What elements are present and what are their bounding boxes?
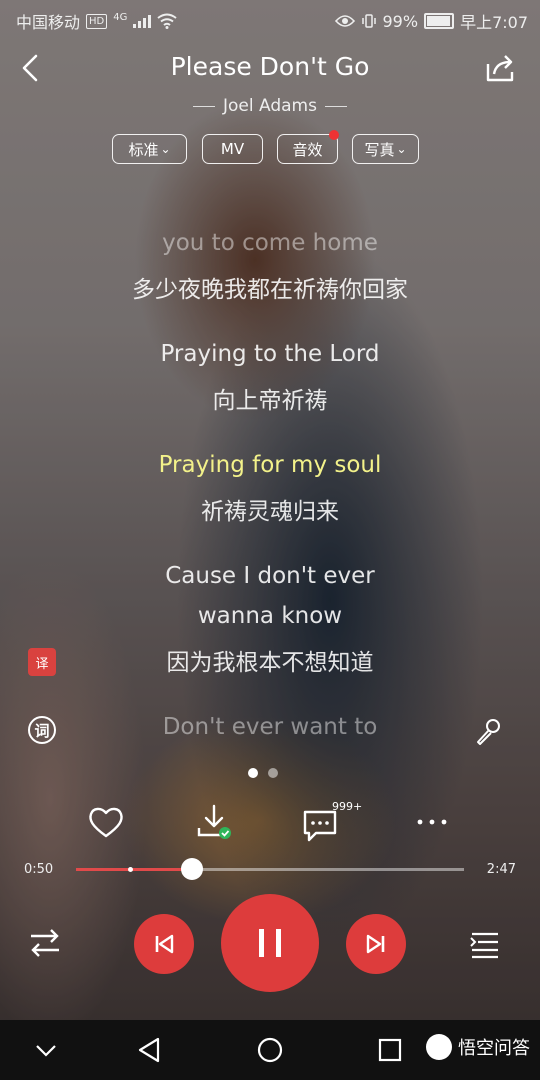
watermark-text: 悟空问答: [458, 1038, 530, 1059]
network-label: 4G: [113, 11, 128, 23]
song-title: Please Don't Go: [170, 52, 370, 81]
chevron-down-icon: ⌄: [160, 142, 171, 156]
seek-knob[interactable]: [181, 858, 204, 880]
playlist-icon[interactable]: [468, 926, 502, 960]
new-dot-badge: [329, 130, 339, 140]
next-button[interactable]: [346, 914, 406, 974]
lyric-line: 多少夜晚我都在祈祷你回家: [132, 277, 408, 303]
lyric-line: 向上帝祈祷: [212, 388, 328, 414]
comment-count-badge: 999+: [332, 800, 363, 813]
progress-bar: 0:50 2:47: [0, 858, 540, 882]
action-row: 999+: [0, 800, 540, 844]
sound-effect-label: 音效: [292, 140, 323, 159]
watermark: 悟空问答: [426, 1034, 530, 1060]
player-header: Please Don't Go: [0, 40, 540, 96]
shuffle-icon[interactable]: [28, 926, 62, 960]
status-bar: 中国移动 HD 4G 99% 早上7:07: [0, 0, 540, 38]
played-fill: [76, 868, 193, 871]
photo-label: 写真: [364, 140, 395, 159]
lyric-line: Praying to the Lord: [160, 341, 380, 367]
page-dot: [268, 768, 278, 778]
back-arrow-icon[interactable]: [18, 54, 44, 82]
playback-controls: [0, 892, 540, 992]
artist-name[interactable]: Joel Adams: [223, 96, 317, 116]
lyric-line: wanna know: [197, 603, 343, 629]
artist-line-right: [324, 105, 347, 107]
mv-label: MV: [220, 140, 245, 158]
current-time: 0:50: [24, 862, 54, 877]
battery-percent: 99%: [382, 11, 419, 31]
lyric-mode-button[interactable]: 词: [26, 714, 58, 746]
battery-icon: [424, 13, 455, 29]
quality-dropdown[interactable]: 标准 ⌄: [112, 134, 187, 164]
signal-icon: [133, 14, 152, 28]
artist-line-left: [193, 105, 216, 107]
pause-icon: [259, 929, 281, 957]
artist-row: Joel Adams: [0, 96, 540, 116]
vibrate-icon: [361, 14, 376, 28]
lyric-line: 因为我根本不想知道: [166, 650, 374, 676]
option-pills: 标准 ⌄ MV 音效 写真 ⌄: [0, 130, 540, 168]
lyric-line-current: Praying for my soul: [158, 452, 382, 478]
lyric-line: Cause I don't ever: [165, 563, 375, 589]
total-time: 2:47: [486, 862, 516, 877]
lyric-btn-label: 词: [34, 721, 50, 740]
page-indicator: [248, 768, 278, 778]
download-icon[interactable]: [194, 802, 234, 842]
previous-button[interactable]: [134, 914, 194, 974]
photo-dropdown[interactable]: 写真 ⌄: [352, 134, 419, 164]
nav-back-icon[interactable]: [136, 1036, 164, 1064]
heart-icon[interactable]: [86, 802, 126, 842]
nav-home-icon[interactable]: [256, 1036, 284, 1064]
lyric-line: Don't ever want to: [162, 714, 378, 740]
nav-recents-icon[interactable]: [376, 1036, 404, 1064]
next-icon: [366, 934, 385, 954]
chevron-down-icon: ⌄: [396, 142, 407, 156]
marker-dot: [128, 867, 134, 872]
eye-icon: [334, 15, 355, 27]
watermark-logo: [426, 1034, 452, 1060]
pause-button[interactable]: [221, 894, 319, 992]
share-icon[interactable]: [484, 52, 516, 84]
more-icon[interactable]: [412, 802, 452, 842]
translate-toggle-button[interactable]: 译: [26, 646, 58, 678]
seek-track[interactable]: [76, 858, 464, 880]
lyric-line-current-translation: 祈祷灵魂归来: [201, 499, 339, 525]
previous-icon: [155, 934, 174, 954]
lyric-line: you to come home: [162, 230, 378, 256]
sound-effect-button[interactable]: 音效: [277, 134, 338, 164]
microphone-icon[interactable]: [472, 716, 504, 748]
page-dot-active: [248, 768, 258, 778]
clock: 早上7:07: [460, 13, 528, 32]
translate-badge: 译: [28, 648, 56, 676]
mv-button[interactable]: MV: [202, 134, 263, 164]
hide-keyboard-chevron-icon[interactable]: [32, 1036, 60, 1064]
carrier-label: 中国移动: [16, 13, 81, 32]
hd-badge: HD: [86, 13, 108, 29]
system-nav-bar: 悟空问答: [0, 1020, 540, 1080]
quality-label: 标准: [128, 140, 159, 159]
wifi-icon: [157, 13, 177, 29]
